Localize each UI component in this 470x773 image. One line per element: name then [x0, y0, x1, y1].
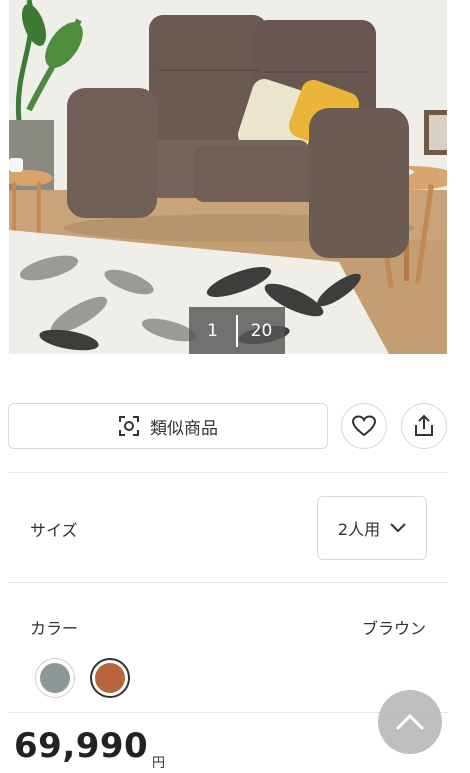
favorite-button[interactable] [341, 403, 387, 449]
scan-icon [119, 416, 139, 436]
similar-items-label: 類似商品 [150, 418, 218, 439]
divider [8, 582, 448, 583]
chevron-up-icon [395, 713, 425, 731]
page-edge [448, 0, 470, 773]
chevron-down-icon [390, 523, 406, 533]
selected-color: ブラウン [361, 619, 426, 638]
price-unit: 円 [152, 756, 166, 771]
size-label: サイズ [30, 521, 78, 540]
share-button[interactable] [401, 403, 447, 449]
image-counter-current: 1 [207, 320, 218, 341]
price-amount: 69,990 [14, 726, 149, 766]
color-swatch-brown[interactable] [90, 658, 130, 698]
size-value: 2人用 [337, 520, 381, 539]
share-icon [415, 414, 433, 436]
color-label: カラー [30, 619, 79, 638]
scroll-to-top-button[interactable] [378, 690, 442, 754]
similar-items-button[interactable]: 類似商品 [8, 403, 328, 449]
divider [8, 472, 448, 473]
swatch-fill [95, 663, 125, 693]
image-counter-total: 20 [250, 320, 273, 341]
size-select[interactable]: 2人用 [317, 496, 427, 560]
image-counter: 1 20 [189, 307, 285, 354]
swatch-fill [40, 663, 70, 693]
product-image[interactable]: 1 20 [9, 0, 447, 354]
heart-icon [352, 415, 376, 437]
color-swatch-gray[interactable] [35, 658, 75, 698]
sofa-photo [9, 0, 447, 354]
